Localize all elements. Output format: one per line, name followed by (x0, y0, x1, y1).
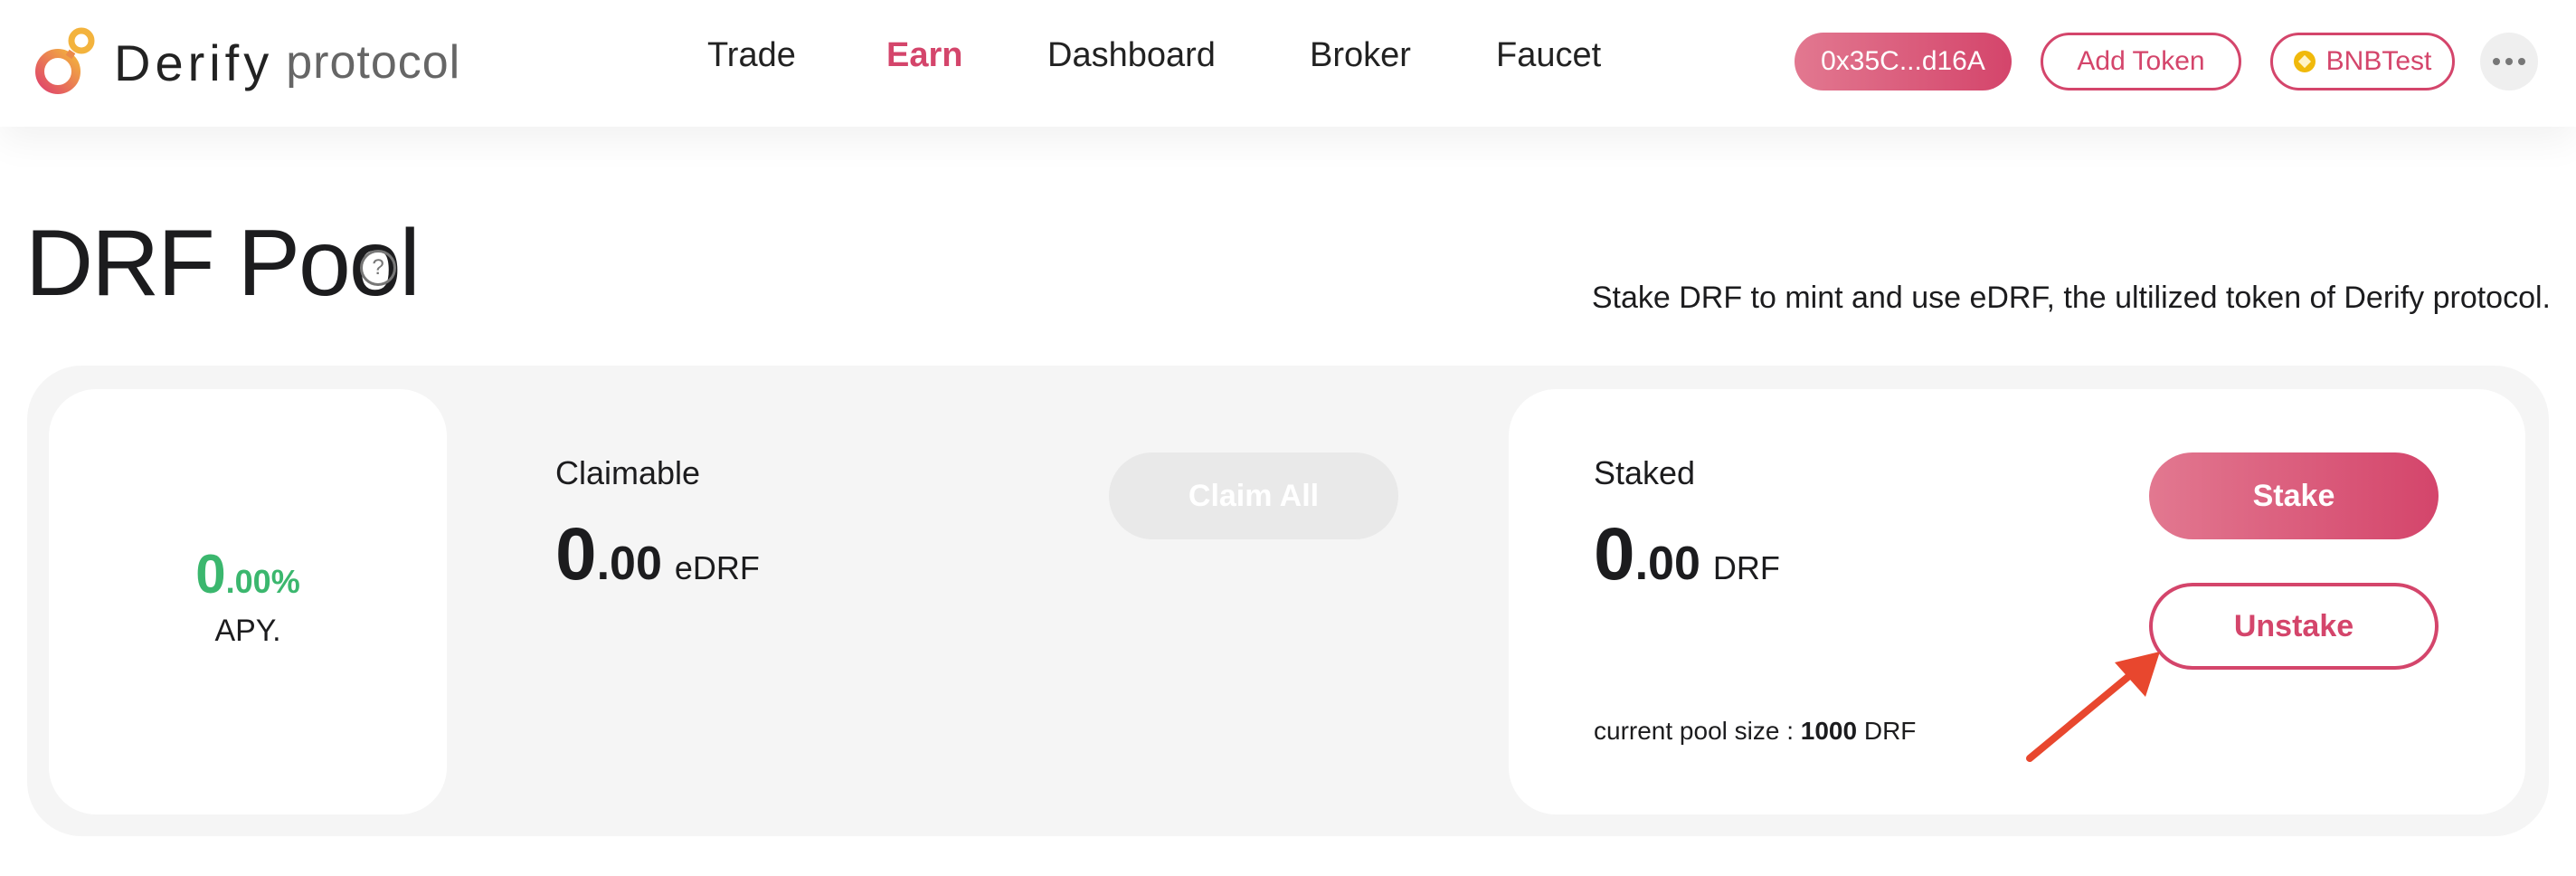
apy-value-dec: .00% (225, 563, 300, 600)
pool-size-unit: DRF (1857, 717, 1917, 745)
apy-card: 0.00% APY. (49, 389, 447, 814)
apy-value-int: 0 (195, 544, 226, 605)
apy-label: APY. (214, 614, 281, 648)
top-nav-bar: Derify protocol Trade Earn Dashboard Bro… (0, 0, 2576, 127)
stake-button[interactable]: Stake (2149, 452, 2439, 539)
nav-broker[interactable]: Broker (1310, 36, 1411, 75)
claimable-amount-dec: .00 (596, 538, 662, 590)
logo-brand-text: Derify (114, 33, 274, 91)
unstake-button[interactable]: Unstake (2149, 583, 2439, 670)
staked-amount-dec: .00 (1634, 538, 1700, 590)
network-label: BNBTest (2325, 46, 2432, 76)
derify-logo-icon (35, 27, 95, 94)
add-token-button[interactable]: Add Token (2041, 33, 2241, 90)
staked-label: Staked (1594, 454, 1696, 491)
more-options-button[interactable] (2480, 33, 2538, 90)
pool-size-prefix: current pool size : (1594, 717, 1801, 745)
network-selector-button[interactable]: BNBTest (2270, 33, 2455, 90)
staked-unit: DRF (1712, 549, 1780, 586)
staked-amount-int: 0 (1594, 513, 1635, 595)
nav-trade[interactable]: Trade (707, 36, 796, 75)
wallet-address-button[interactable]: 0x35C...d16A (1795, 33, 2012, 90)
bnb-coin-icon (2293, 51, 2316, 72)
nav-dashboard[interactable]: Dashboard (1047, 36, 1216, 75)
claimable-unit: eDRF (674, 549, 760, 586)
staked-amount: 0.00 DRF (1594, 512, 1780, 597)
pool-size-text: current pool size : 1000 DRF (1594, 717, 1916, 746)
logo[interactable]: Derify protocol (33, 22, 460, 103)
claimable-amount: 0.00 eDRF (555, 512, 760, 597)
help-icon[interactable]: ? (360, 250, 396, 286)
page-subtitle: Stake DRF to mint and use eDRF, the ulti… (1591, 281, 2551, 315)
claim-all-button[interactable]: Claim All (1109, 452, 1398, 539)
claimable-label: Claimable (555, 454, 701, 491)
annotation-arrow-icon (2026, 652, 2160, 762)
logo-sub-text: protocol (286, 36, 461, 89)
nav-faucet[interactable]: Faucet (1496, 36, 1601, 75)
claimable-amount-int: 0 (555, 513, 597, 595)
apy-value: 0.00% (49, 543, 447, 605)
pool-size-value: 1000 (1800, 717, 1858, 745)
page: Derify protocol Trade Earn Dashboard Bro… (0, 0, 2576, 876)
nav-earn[interactable]: Earn (886, 36, 962, 75)
more-dots-icon (2493, 58, 2500, 65)
